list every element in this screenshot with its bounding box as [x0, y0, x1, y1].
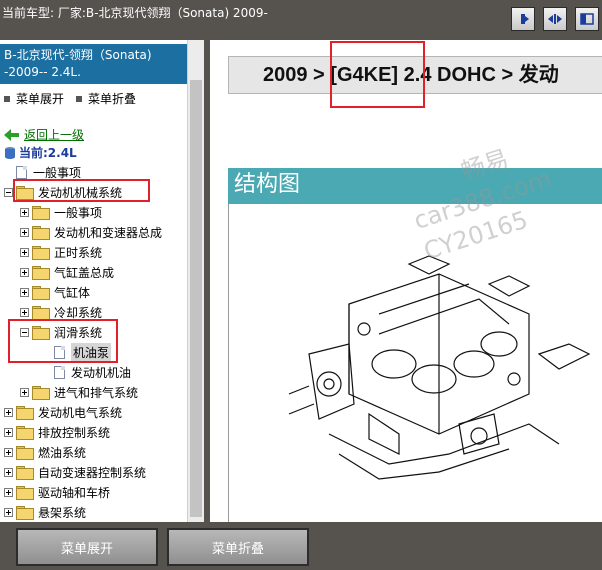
database-icon [5, 146, 15, 159]
expand-icon[interactable] [20, 387, 29, 397]
top-bar: 当前车型: 厂家:B-北京现代领翔（Sonata) 2009- [0, 0, 602, 40]
pin-icon [521, 14, 529, 24]
folder-icon [32, 246, 50, 260]
highlight-box [8, 319, 118, 363]
folder-icon [32, 266, 50, 280]
folder-icon [16, 486, 34, 500]
breadcrumb-year: 2009 > [263, 64, 331, 86]
tree-item-top[interactable]: 排放控制系统 [4, 422, 110, 442]
layout-icon [580, 13, 594, 25]
tree-item-label: 气缸体 [54, 285, 91, 300]
bullet-icon [4, 95, 10, 102]
tree-item-top[interactable]: 发动机电气系统 [4, 402, 122, 422]
back-link[interactable]: 返回上一级 [4, 126, 84, 143]
expand-icon[interactable] [20, 227, 29, 237]
tree-item-label: 燃油系统 [38, 445, 87, 460]
tree-item-top[interactable]: 自动变速器控制系统 [4, 462, 146, 482]
split-icon [548, 14, 562, 24]
bottom-bar: 菜单展开 菜单折叠 [0, 522, 602, 570]
folder-icon [16, 406, 34, 420]
expand-icon[interactable] [4, 407, 13, 417]
vehicle-header-line2: -2009-- 2.4L. [4, 65, 81, 79]
content-panel: 2009 > [G4KE] 2.4 DOHC > 发动 结构图 畅易 car38… [210, 40, 602, 522]
menu-collapse-label: 菜单折叠 [88, 92, 137, 106]
expand-icon[interactable] [20, 307, 29, 317]
vehicle-header-line1: B-北京现代-领翔（Sonata) [4, 48, 152, 62]
collapse-icon[interactable] [4, 187, 13, 197]
split-view-button[interactable] [543, 7, 567, 31]
tree-item-sub[interactable]: 一般事项 [20, 202, 102, 222]
current-label: 当前:2.4L [19, 146, 77, 160]
tree-item-label: 发动机和变速器总成 [54, 225, 163, 240]
navigation-panel: B-北京现代-领翔（Sonata) -2009-- 2.4L. 菜单展开 菜单折… [0, 40, 204, 522]
expand-icon[interactable] [4, 487, 13, 497]
tree-item-label: 驱动轴和车桥 [38, 485, 111, 500]
tree-item-sub[interactable]: 发动机和变速器总成 [20, 222, 162, 242]
tree-item-top[interactable]: 悬架系统 [4, 502, 86, 522]
folder-icon [32, 386, 50, 400]
vehicle-header: B-北京现代-领翔（Sonata) -2009-- 2.4L. [0, 44, 187, 84]
folder-icon [32, 226, 50, 240]
expand-icon[interactable] [4, 447, 13, 457]
tree-item-label: 正时系统 [54, 245, 103, 260]
back-label[interactable]: 返回上一级 [24, 126, 84, 143]
tree-item-label: 气缸盖总成 [54, 265, 115, 280]
document-icon [16, 165, 27, 179]
expand-icon[interactable] [20, 267, 29, 277]
menu-collapse-button[interactable]: 菜单折叠 [167, 528, 309, 566]
tree-item-top[interactable]: 燃油系统 [4, 442, 86, 462]
expand-icon[interactable] [4, 467, 13, 477]
back-arrow-icon [4, 128, 19, 141]
tree-scrollbar[interactable] [187, 40, 204, 522]
menu-expand-button[interactable]: 菜单展开 [16, 528, 158, 566]
expand-icon[interactable] [20, 247, 29, 257]
expand-icon[interactable] [4, 507, 13, 517]
tree-item-top[interactable]: 驱动轴和车桥 [4, 482, 110, 502]
tree-item-label: 自动变速器控制系统 [38, 465, 147, 480]
tree-item-engine-oil[interactable]: 发动机机油 [54, 362, 131, 382]
menu-expand-link[interactable]: 菜单展开 [4, 90, 64, 107]
folder-icon [16, 506, 34, 520]
bullet-icon [76, 95, 82, 102]
folder-icon [16, 446, 34, 460]
vehicle-title: 当前车型: 厂家:B-北京现代领翔（Sonata) 2009- [2, 6, 268, 20]
tree-item-sub[interactable]: 气缸盖总成 [20, 262, 114, 282]
folder-icon [32, 206, 50, 220]
layout-button[interactable] [575, 7, 599, 31]
tree-item-intake-exhaust[interactable]: 进气和排气系统 [20, 382, 138, 402]
tree-item-label: 一般事项 [54, 205, 103, 220]
tree-item-label: 发动机机油 [71, 365, 132, 380]
expand-icon[interactable] [20, 287, 29, 297]
expand-icon[interactable] [4, 427, 13, 437]
tree-item-label: 排放控制系统 [38, 425, 111, 440]
menu-collapse-link[interactable]: 菜单折叠 [76, 90, 136, 107]
pin-button[interactable] [511, 7, 535, 31]
folder-icon [16, 426, 34, 440]
highlight-box [13, 179, 150, 202]
folder-icon [32, 286, 50, 300]
tree-item-label: 冷却系统 [54, 305, 103, 320]
document-icon [54, 365, 65, 379]
menu-expand-label: 菜单展开 [16, 92, 65, 106]
folder-icon [32, 306, 50, 320]
tree-item-label: 一般事项 [33, 165, 82, 180]
highlight-box [330, 41, 425, 108]
tree-item-sub[interactable]: 气缸体 [20, 282, 90, 302]
tree-item-sub[interactable]: 正时系统 [20, 242, 102, 262]
engine-diagram [228, 204, 602, 522]
folder-icon [16, 466, 34, 480]
tree-item-label: 发动机电气系统 [38, 405, 123, 420]
tree-item-label: 进气和排气系统 [54, 385, 139, 400]
scrollbar-thumb[interactable] [190, 80, 202, 517]
engine-structure-drawing [288, 255, 591, 480]
expand-icon[interactable] [20, 207, 29, 217]
tree-item-label: 悬架系统 [38, 505, 87, 520]
current-node: 当前:2.4L [4, 144, 77, 161]
